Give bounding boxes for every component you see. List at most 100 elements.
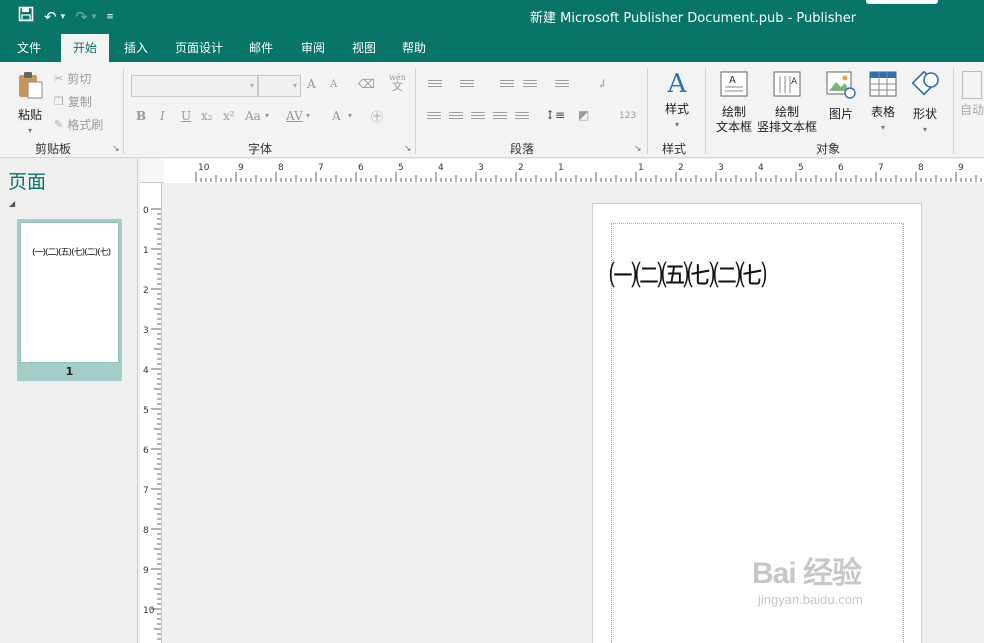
quick-access-toolbar: ↶ ▾ ↷ ▾ ≡	[18, 6, 114, 27]
shapes-label: 形状	[912, 107, 937, 121]
ruler-label: 3	[478, 163, 484, 173]
draw-vertical-textbox-button[interactable]: A 绘制 竖排文本框	[756, 71, 818, 135]
account-area[interactable]	[866, 0, 938, 4]
ruler-label: 6	[143, 446, 149, 456]
phonetic-guide-button[interactable]: wén 文	[389, 73, 406, 93]
superscript-button[interactable]: x²	[223, 109, 235, 123]
ruler-label: 9	[238, 163, 244, 173]
tab-home[interactable]: 开始	[61, 34, 109, 62]
customize-qat-icon[interactable]: ≡	[106, 7, 114, 27]
svg-text:A: A	[729, 75, 736, 86]
font-color-dropdown-icon[interactable]: ▾	[348, 111, 352, 120]
document-text[interactable]: ㈠㈡㈤㈦㈡㈦	[609, 254, 767, 294]
paste-button[interactable]: 粘贴 ▾	[12, 70, 48, 138]
tab-file[interactable]: 文件	[8, 34, 50, 62]
font-color-button[interactable]: A	[332, 109, 341, 123]
copy-label: 复制	[67, 95, 92, 109]
ruler-label: 10	[198, 163, 210, 173]
textbox-icon: A	[714, 71, 754, 101]
ruler-label: 3	[718, 163, 724, 173]
font-name-select[interactable]: ▾	[131, 75, 258, 97]
styles-icon: A	[667, 69, 687, 99]
tab-help[interactable]: 帮助	[393, 34, 435, 62]
paste-label: 粘贴	[17, 108, 42, 122]
increase-indent-icon[interactable]	[523, 80, 537, 91]
paintbrush-icon: ✎	[54, 118, 64, 131]
save-icon[interactable]	[18, 6, 34, 27]
redo-dropdown-icon[interactable]: ▾	[92, 7, 97, 27]
ruler-label: 1	[143, 246, 149, 256]
italic-button[interactable]: I	[160, 109, 165, 123]
align-center-icon[interactable]	[449, 112, 463, 123]
phonetic-bottom-label: 文	[391, 80, 403, 93]
shapes-dropdown-icon[interactable]: ▾	[908, 122, 942, 137]
underline-button[interactable]: U	[181, 109, 191, 123]
spacing-dropdown-icon[interactable]: ▾	[306, 111, 310, 120]
line-spacing-icon[interactable]: ↕≡	[545, 108, 565, 122]
paragraph-launcher-icon[interactable]: ↘	[634, 144, 642, 154]
copy-button[interactable]: ❐ 复制	[54, 93, 92, 110]
vertical-ruler[interactable]: 0 1 2 3 4 5 6 7 8 9 10	[140, 183, 162, 643]
ruler-label: 1	[638, 163, 644, 173]
change-case-dropdown-icon[interactable]: ▾	[265, 111, 269, 120]
clear-formatting-icon[interactable]: ⌫	[358, 77, 375, 91]
tab-insert[interactable]: 插入	[115, 34, 157, 62]
draw-textbox-button[interactable]: A 绘制 文本框	[714, 71, 754, 135]
ruler-label: 1	[558, 163, 564, 173]
grow-font-icon[interactable]: A	[307, 77, 316, 91]
decrease-indent-icon[interactable]	[500, 80, 514, 91]
autofit-icon	[962, 71, 982, 99]
styles-group-label: 样式	[662, 142, 687, 156]
tab-review[interactable]: 审阅	[292, 34, 334, 62]
ruler-label: 0	[143, 206, 149, 216]
distributed-icon[interactable]	[515, 112, 529, 123]
tab-mailings[interactable]: 邮件	[240, 34, 282, 62]
scissors-icon: ✂	[54, 72, 64, 85]
styles-button[interactable]: A 样式 ▾	[660, 70, 694, 132]
shapes-button[interactable]: 形状 ▾	[908, 70, 942, 137]
table-button[interactable]: 表格 ▾	[866, 71, 900, 135]
cut-button[interactable]: ✂ 剪切	[54, 70, 91, 87]
bold-button[interactable]: B	[136, 109, 146, 123]
tab-view[interactable]: 视图	[343, 34, 385, 62]
horizontal-ruler[interactable]: 10 9 8 7 6 5 4 3 2 1 1 2 3 4 5 6 7 8 9	[140, 159, 984, 183]
align-right-icon[interactable]	[471, 112, 485, 123]
numbering-icon[interactable]	[460, 80, 474, 91]
ruler-label: 2	[143, 286, 149, 296]
collapse-pane-icon[interactable]: ◢	[9, 199, 15, 208]
ruler-label: 10	[143, 606, 155, 616]
autofit-button[interactable]: 自动	[960, 71, 984, 118]
vertical-textbox-icon: A	[756, 71, 818, 101]
undo-dropdown-icon[interactable]: ▾	[61, 7, 66, 27]
font-size-select[interactable]: ▾	[258, 75, 301, 97]
justify-icon[interactable]	[493, 112, 507, 123]
enclose-characters-icon[interactable]: ㊉	[371, 108, 383, 125]
page-nav-title: 页面	[8, 171, 47, 193]
table-dropdown-icon[interactable]: ▾	[866, 120, 900, 135]
subscript-button[interactable]: x₂	[201, 109, 213, 123]
align-left-icon[interactable]	[427, 112, 441, 123]
change-case-button[interactable]: Aa	[245, 109, 261, 123]
ribbon: 粘贴 ▾ ✂ 剪切 ❐ 复制 ✎ 格式刷 剪贴板 ↘ ▾ ▾ A A ⌫ wén 文 …	[0, 62, 984, 158]
numbering-style-button[interactable]: 123	[619, 111, 636, 121]
paragraph-marks-icon[interactable]: ↲	[597, 77, 607, 91]
page-thumbnail-1[interactable]: (一)(二)(五)(七)(二)(七) 1	[17, 219, 122, 381]
columns-icon[interactable]	[555, 80, 569, 91]
format-painter-button[interactable]: ✎ 格式刷	[54, 116, 103, 133]
group-divider	[705, 68, 706, 154]
tab-page-design[interactable]: 页面设计	[166, 34, 232, 62]
picture-button[interactable]: 图片	[824, 71, 858, 122]
undo-icon[interactable]: ↶	[44, 7, 57, 27]
clipboard-launcher-icon[interactable]: ↘	[112, 144, 120, 154]
font-launcher-icon[interactable]: ↘	[404, 144, 412, 154]
shading-icon[interactable]: ◩	[578, 108, 589, 122]
table-label: 表格	[870, 105, 895, 119]
paste-dropdown-icon[interactable]: ▾	[12, 123, 48, 138]
bullets-icon[interactable]	[428, 80, 442, 91]
shrink-font-icon[interactable]: A	[330, 79, 337, 90]
ruler-label: 7	[878, 163, 884, 173]
styles-dropdown-icon[interactable]: ▾	[660, 117, 694, 132]
character-spacing-button[interactable]: AV	[286, 109, 303, 123]
table-icon	[866, 71, 900, 101]
redo-icon[interactable]: ↷	[75, 7, 88, 27]
